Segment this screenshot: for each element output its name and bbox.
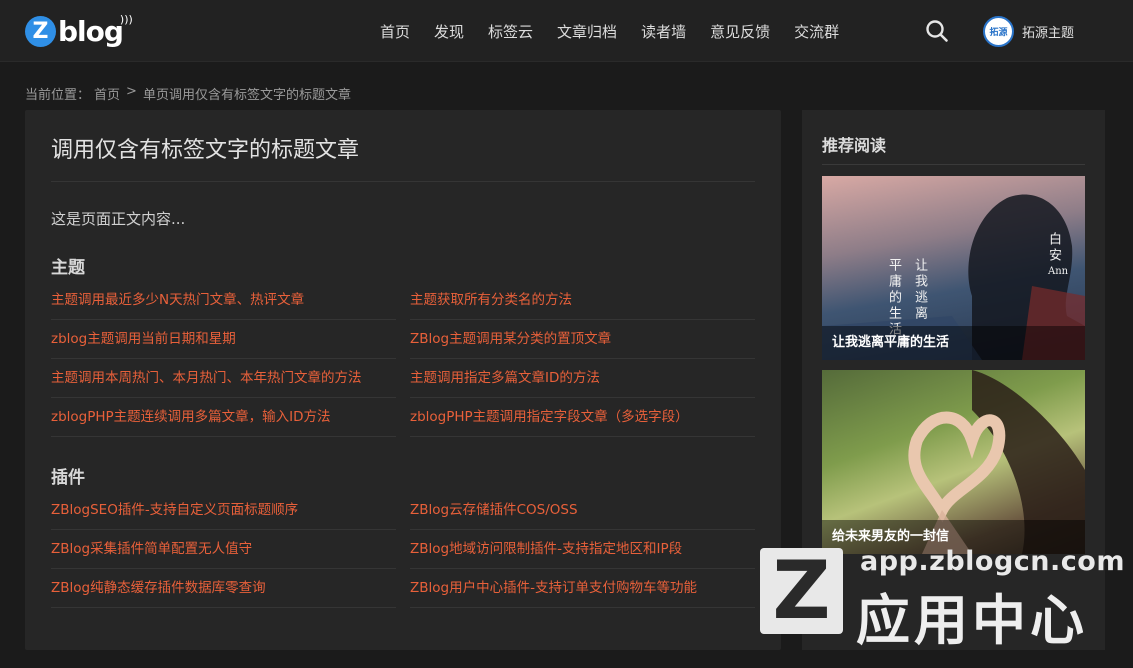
list-item[interactable]: ZBlogSEO插件-支持自定义页面标题顺序 xyxy=(51,491,396,530)
breadcrumb: 当前位置： 首页 > 单页调用仅含有标签文字的标题文章 xyxy=(25,84,351,103)
watermark-logo: Z xyxy=(760,548,843,634)
list-item[interactable]: ZBlog纯静态缓存插件数据库零查询 xyxy=(51,569,396,608)
recommend-card[interactable]: 白安 Ann 让我逃离 平庸的生活 让我逃离平庸的生活 xyxy=(822,176,1085,360)
section-heading-theme: 主题 xyxy=(51,258,85,278)
watermark-url: app.zblogcn.com xyxy=(860,546,1125,577)
search-icon[interactable] xyxy=(924,18,950,44)
sidebar-title: 推荐阅读 xyxy=(822,136,887,155)
user-name: 拓源主题 xyxy=(1022,25,1075,41)
logo-text: blog xyxy=(58,14,124,48)
nav-item-discover[interactable]: 发现 xyxy=(422,21,476,42)
site-header: Z blog ))) 首页 发现 标签云 文章归档 读者墙 意见反馈 交流群 拓… xyxy=(0,0,1133,62)
nav-item-archive[interactable]: 文章归档 xyxy=(545,21,629,42)
main-content: 调用仅含有标签文字的标题文章 这是页面正文内容... 主题 主题调用最近多少N天… xyxy=(25,110,781,650)
nav-item-home[interactable]: 首页 xyxy=(368,21,422,42)
nav-item-readers[interactable]: 读者墙 xyxy=(629,21,698,42)
wifi-icon: ))) xyxy=(119,12,133,26)
nav-item-group[interactable]: 交流群 xyxy=(782,21,851,42)
list-item[interactable]: 主题调用指定多篇文章ID的方法 xyxy=(410,359,755,398)
sidebar-divider xyxy=(822,164,1085,165)
watermark: Z app.zblogcn.com 应用中心 xyxy=(760,546,1133,668)
poem-line: 白安 xyxy=(1046,232,1061,264)
watermark-text: 应用中心 xyxy=(856,589,1088,652)
list-item[interactable]: ZBlog地域访问限制插件-支持指定地区和IP段 xyxy=(410,530,755,569)
logo-badge: Z xyxy=(25,15,56,47)
list-item[interactable]: 主题调用最近多少N天热门文章、热评文章 xyxy=(51,281,396,320)
list-item[interactable]: ZBlog用户中心插件-支持订单支付购物车等功能 xyxy=(410,569,755,608)
user-menu[interactable]: 拓源 拓源主题 xyxy=(983,15,1074,47)
list-item[interactable]: ZBlog采集插件简单配置无人值守 xyxy=(51,530,396,569)
avatar: 拓源 xyxy=(983,15,1014,47)
list-item[interactable]: zblogPHP主题调用指定字段文章（多选字段） xyxy=(410,398,755,437)
poem-line: 让我逃离 xyxy=(912,258,927,322)
list-item[interactable]: zblog主题调用当前日期和星期 xyxy=(51,320,396,359)
list-item[interactable]: ZBlog主题调用某分类的置顶文章 xyxy=(410,320,755,359)
poem-en: Ann xyxy=(1048,266,1069,277)
breadcrumb-label: 当前位置： xyxy=(25,88,91,103)
page-intro: 这是页面正文内容... xyxy=(51,210,186,228)
list-item[interactable]: 主题调用本周热门、本月热门、本年热门文章的方法 xyxy=(51,359,396,398)
card-caption: 让我逃离平庸的生活 xyxy=(822,326,1085,360)
list-item[interactable]: ZBlog云存储插件COS/OSS xyxy=(410,491,755,530)
list-item[interactable]: zblogPHP主题连续调用多篇文章，输入ID方法 xyxy=(51,398,396,437)
site-logo[interactable]: Z blog ))) xyxy=(25,13,133,49)
page-title: 调用仅含有标签文字的标题文章 xyxy=(51,138,360,163)
title-divider xyxy=(51,181,755,182)
list-item[interactable]: 主题获取所有分类名的方法 xyxy=(410,281,755,320)
recommend-card[interactable]: 给未来男友的一封信 xyxy=(822,370,1085,554)
nav-item-tags[interactable]: 标签云 xyxy=(476,21,545,42)
breadcrumb-current: 单页调用仅含有标签文字的标题文章 xyxy=(142,88,351,103)
breadcrumb-separator: > xyxy=(126,84,137,99)
section-heading-plugin: 插件 xyxy=(51,468,85,488)
main-nav: 首页 发现 标签云 文章归档 读者墙 意见反馈 交流群 xyxy=(368,0,851,62)
nav-item-feedback[interactable]: 意见反馈 xyxy=(698,21,782,42)
theme-link-list: 主题调用最近多少N天热门文章、热评文章 主题获取所有分类名的方法 zblog主题… xyxy=(51,281,755,437)
breadcrumb-home[interactable]: 首页 xyxy=(94,84,120,103)
plugin-link-list: ZBlogSEO插件-支持自定义页面标题顺序 ZBlog云存储插件COS/OSS… xyxy=(51,491,755,608)
